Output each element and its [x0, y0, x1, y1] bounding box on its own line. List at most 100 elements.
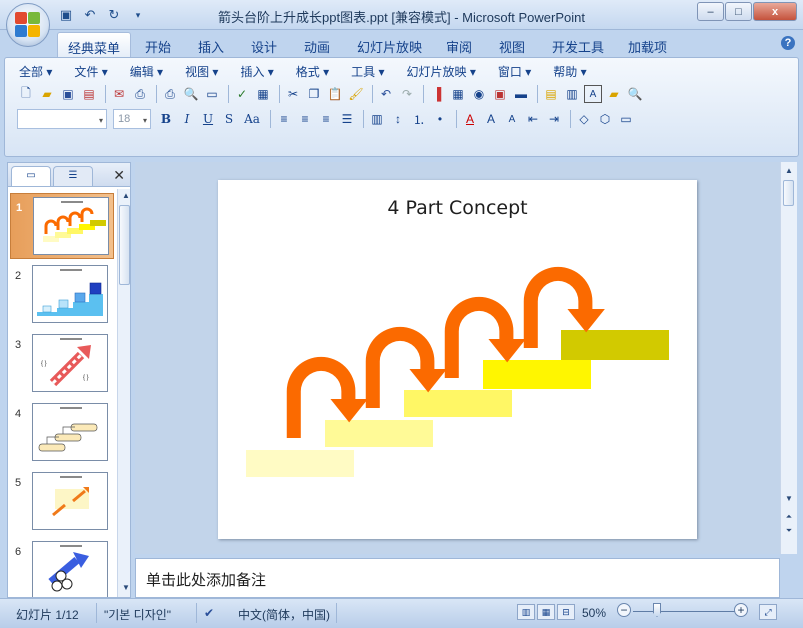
slide-thumbnail-6[interactable]: 6 — [10, 538, 114, 597]
align-left-icon[interactable]: ≡ — [275, 110, 293, 128]
layout-icon[interactable]: ▥ — [563, 85, 581, 103]
tab-developer[interactable]: 开发工具 — [552, 37, 604, 56]
scroll-down-icon[interactable]: ▼ — [782, 492, 796, 506]
scroll-thumb[interactable] — [119, 205, 130, 285]
bold-button[interactable]: B — [157, 110, 175, 128]
language-indicator[interactable]: 中文(简体，中国) — [238, 606, 330, 623]
frame-icon[interactable]: ▭ — [203, 85, 221, 103]
mail-icon[interactable]: ✉ — [110, 85, 128, 103]
spelling-icon[interactable]: ✓ — [233, 85, 251, 103]
menu-window[interactable]: 窗口 ▾ — [498, 63, 531, 80]
menu-format[interactable]: 格式 ▾ — [296, 63, 329, 80]
bullets-icon[interactable]: • — [431, 110, 449, 128]
zoom-level[interactable]: 50% — [582, 606, 606, 620]
tab-view[interactable]: 视图 — [499, 37, 525, 56]
close-button[interactable]: x — [753, 2, 797, 21]
tab-outline-icon[interactable]: ☰ — [53, 166, 93, 186]
font-size-combo[interactable]: 18 ▾ — [113, 109, 151, 129]
underline-button[interactable]: U — [199, 110, 217, 128]
office-button[interactable] — [6, 3, 50, 47]
zoom-out-icon[interactable]: − — [617, 603, 631, 617]
slide-sorter-icon[interactable]: ▦ — [537, 604, 555, 620]
menu-slideshow[interactable]: 幻灯片放映 ▾ — [407, 63, 476, 80]
arrange-icon[interactable]: ⬡ — [596, 110, 614, 128]
fit-window-icon[interactable]: ⤢ — [759, 604, 777, 620]
save-icon[interactable]: ▣ — [59, 85, 77, 103]
zoom-icon[interactable]: 🔍 — [626, 85, 644, 103]
line-spacing-icon[interactable]: ↕ — [389, 110, 407, 128]
tab-review[interactable]: 审阅 — [446, 37, 472, 56]
open-icon[interactable]: ▰ — [38, 85, 56, 103]
paste-icon[interactable]: 📋 — [326, 85, 344, 103]
new-slide-icon[interactable]: ▤ — [542, 85, 560, 103]
chart-icon[interactable]: ▐ — [428, 85, 446, 103]
tab-home[interactable]: 开始 — [145, 37, 171, 56]
tab-design[interactable]: 设计 — [251, 37, 277, 56]
research-icon[interactable]: ▦ — [254, 85, 272, 103]
menu-insert[interactable]: 插入 ▾ — [240, 63, 273, 80]
quick-styles-icon[interactable]: ▭ — [617, 110, 635, 128]
scroll-thumb[interactable] — [783, 180, 794, 206]
font-name-combo[interactable]: ▾ — [17, 109, 107, 129]
increase-indent-icon[interactable]: ⇥ — [545, 110, 563, 128]
close-icon[interactable]: ✕ — [113, 167, 125, 184]
columns-icon[interactable]: ▥ — [368, 110, 386, 128]
previous-slide-icon[interactable]: ⏶ — [782, 510, 796, 524]
redo-icon[interactable]: ↷ — [398, 85, 416, 103]
tab-animation[interactable]: 动画 — [304, 37, 330, 56]
font-color-icon[interactable]: A — [461, 110, 479, 128]
notes-placeholder[interactable]: 单击此处添加备注 — [146, 569, 266, 590]
italic-button[interactable]: I — [178, 110, 196, 128]
numbering-icon[interactable]: ⒈ — [410, 110, 428, 128]
tab-addins[interactable]: 加载项 — [628, 37, 667, 56]
scroll-up-icon[interactable]: ▲ — [782, 164, 796, 178]
publish-icon[interactable]: ⎙ — [131, 85, 149, 103]
change-case-button[interactable]: Aa — [241, 110, 263, 128]
spellcheck-icon[interactable]: ✔ — [204, 606, 214, 620]
slide-canvas[interactable]: 4 Part Concept — [218, 180, 697, 539]
textbox-icon[interactable]: A — [584, 85, 602, 103]
normal-view-icon[interactable]: ▥ — [517, 604, 535, 620]
undo-icon[interactable]: ↶ — [377, 85, 395, 103]
clipart-icon[interactable]: ◉ — [470, 85, 488, 103]
minimize-button[interactable]: – — [697, 2, 724, 21]
menu-tools[interactable]: 工具 ▾ — [351, 63, 384, 80]
maximize-button[interactable]: □ — [725, 2, 752, 21]
menu-all[interactable]: 全部 ▾ — [19, 63, 52, 80]
slide-thumbnail-1[interactable]: 1 — [10, 193, 114, 259]
thumbnail-scrollbar[interactable]: ▲ ▼ — [117, 189, 130, 597]
slide-thumbnail-5[interactable]: 5 — [10, 469, 114, 535]
tab-slideshow[interactable]: 幻灯片放映 — [357, 37, 422, 56]
shapes-icon[interactable]: ◇ — [575, 110, 593, 128]
align-right-icon[interactable]: ≡ — [317, 110, 335, 128]
scroll-down-icon[interactable]: ▼ — [119, 581, 133, 595]
zoom-slider-handle[interactable] — [653, 603, 661, 617]
tab-slides-icon[interactable]: ▭ — [11, 166, 51, 186]
grow-font-icon[interactable]: A — [482, 110, 500, 128]
print-icon[interactable]: ⎙ — [161, 85, 179, 103]
menu-edit[interactable]: 编辑 ▾ — [130, 63, 163, 80]
zoom-in-icon[interactable]: + — [734, 603, 748, 617]
permission-icon[interactable]: ▤ — [80, 85, 98, 103]
tab-insert[interactable]: 插入 — [198, 37, 224, 56]
scroll-up-icon[interactable]: ▲ — [119, 189, 133, 203]
color-icon[interactable]: ▣ — [491, 85, 509, 103]
print-preview-icon[interactable]: 🔍 — [182, 85, 200, 103]
menu-file[interactable]: 文件 ▾ — [74, 63, 107, 80]
notes-pane[interactable]: 单击此处添加备注 — [135, 558, 780, 598]
justify-icon[interactable]: ☰ — [338, 110, 356, 128]
menu-help[interactable]: 帮助 ▾ — [553, 63, 586, 80]
tab-classic-menu[interactable]: 经典菜单 — [57, 32, 132, 58]
new-icon[interactable]: 🗋 — [17, 85, 35, 103]
folder-icon[interactable]: ▰ — [605, 85, 623, 103]
slide-thumbnail-2[interactable]: 2 — [10, 262, 114, 328]
format-painter-icon[interactable]: 🖌 — [347, 85, 365, 103]
cut-icon[interactable]: ✂ — [284, 85, 302, 103]
menu-view[interactable]: 视图 ▾ — [185, 63, 218, 80]
copy-icon[interactable]: ❐ — [305, 85, 323, 103]
grayscale-icon[interactable]: ▬ — [512, 85, 530, 103]
table-icon[interactable]: ▦ — [449, 85, 467, 103]
shrink-font-icon[interactable]: A — [503, 110, 521, 128]
align-center-icon[interactable]: ≡ — [296, 110, 314, 128]
shadow-button[interactable]: S — [220, 110, 238, 128]
